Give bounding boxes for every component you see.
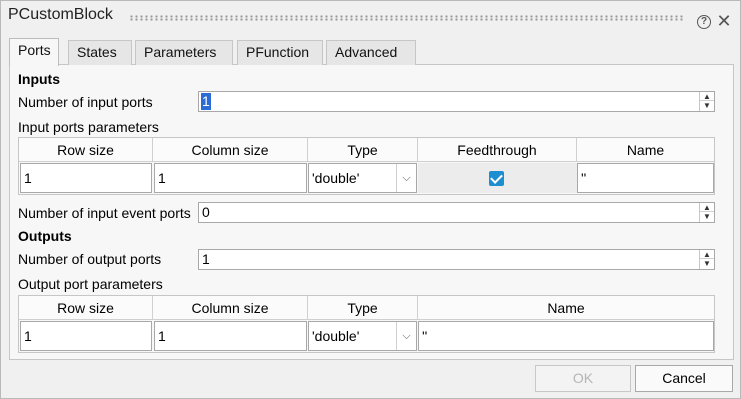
num-input-event-ports-label: Number of input event ports bbox=[18, 205, 191, 221]
column-header-type[interactable]: Type bbox=[308, 138, 418, 162]
tab-advanced[interactable]: Advanced bbox=[326, 40, 416, 65]
input-params-label: Input ports parameters bbox=[18, 119, 159, 135]
num-output-ports-label: Number of output ports bbox=[18, 251, 162, 267]
column-header-name[interactable]: Name bbox=[418, 296, 714, 320]
spin-up-icon[interactable]: ▲ bbox=[700, 203, 714, 212]
chevron-down-icon[interactable]: ⌵ bbox=[396, 164, 416, 192]
feedthrough-checkbox[interactable] bbox=[489, 171, 504, 186]
input-params-table: Row size Column size Type Feedthrough Na… bbox=[18, 137, 715, 195]
chevron-down-icon[interactable]: ⌵ bbox=[396, 322, 416, 350]
tab-states[interactable]: States bbox=[68, 40, 132, 65]
cancel-button-label: Cancel bbox=[662, 370, 706, 386]
input-feedthrough-cell[interactable] bbox=[418, 163, 577, 193]
spin-arrows[interactable]: ▲ ▼ bbox=[699, 250, 714, 269]
spin-up-icon[interactable]: ▲ bbox=[700, 92, 714, 101]
tab-label: PFunction bbox=[246, 44, 310, 60]
column-header-row-size[interactable]: Row size bbox=[19, 138, 153, 162]
inputs-heading: Inputs bbox=[18, 71, 60, 87]
help-icon[interactable]: ? bbox=[697, 15, 711, 29]
tab-pfunction[interactable]: PFunction bbox=[237, 40, 323, 65]
num-input-ports-spinbox[interactable]: 1 ▲ ▼ bbox=[198, 91, 715, 112]
num-input-ports-value[interactable]: 1 bbox=[201, 93, 211, 110]
spin-up-icon[interactable]: ▲ bbox=[700, 250, 714, 259]
spin-arrows[interactable]: ▲ ▼ bbox=[699, 92, 714, 111]
outputs-heading: Outputs bbox=[18, 228, 72, 244]
column-header-column-size[interactable]: Column size bbox=[153, 138, 308, 162]
input-row-size-cell[interactable]: 1 bbox=[20, 163, 152, 193]
title-bar[interactable]: PCustomBlock ? ✕ bbox=[1, 1, 740, 31]
column-header-feedthrough[interactable]: Feedthrough bbox=[418, 138, 577, 162]
output-params-label: Output port parameters bbox=[18, 276, 163, 292]
column-header-row-size[interactable]: Row size bbox=[19, 296, 153, 320]
tab-label: States bbox=[77, 44, 117, 60]
tab-content-ports: Inputs Number of input ports 1 ▲ ▼ Input… bbox=[9, 64, 734, 360]
num-input-ports-label: Number of input ports bbox=[18, 94, 153, 110]
close-icon[interactable]: ✕ bbox=[716, 12, 732, 30]
dialog-window: PCustomBlock ? ✕ Inputs Number of input … bbox=[0, 0, 741, 399]
ok-button[interactable]: OK bbox=[535, 365, 631, 392]
num-input-event-ports-value[interactable]: 0 bbox=[201, 204, 211, 221]
output-type-value: 'double' bbox=[312, 328, 360, 344]
spin-down-icon[interactable]: ▼ bbox=[700, 212, 714, 221]
num-output-ports-value[interactable]: 1 bbox=[201, 251, 211, 268]
column-header-column-size[interactable]: Column size bbox=[153, 296, 308, 320]
output-name-cell[interactable]: '' bbox=[418, 321, 714, 351]
tab-label: Advanced bbox=[335, 44, 398, 60]
tab-parameters[interactable]: Parameters bbox=[135, 40, 233, 65]
spin-arrows[interactable]: ▲ ▼ bbox=[699, 203, 714, 222]
tab-label: Ports bbox=[18, 42, 51, 58]
input-type-value: 'double' bbox=[312, 170, 360, 186]
spin-down-icon[interactable]: ▼ bbox=[700, 101, 714, 110]
output-params-table: Row size Column size Type Name 1 1 'doub… bbox=[18, 295, 715, 353]
tab-ports[interactable]: Ports bbox=[9, 38, 59, 66]
output-column-size-cell[interactable]: 1 bbox=[154, 321, 307, 351]
input-name-cell[interactable]: '' bbox=[577, 163, 714, 193]
drag-grip[interactable] bbox=[129, 15, 684, 21]
window-title: PCustomBlock bbox=[8, 6, 113, 23]
output-row-size-cell[interactable]: 1 bbox=[20, 321, 152, 351]
cancel-button[interactable]: Cancel bbox=[635, 365, 733, 392]
ok-button-label: OK bbox=[572, 370, 594, 386]
input-column-size-cell[interactable]: 1 bbox=[154, 163, 307, 193]
column-header-name[interactable]: Name bbox=[577, 138, 714, 162]
input-type-combo[interactable]: 'double' ⌵ bbox=[308, 163, 417, 193]
output-type-combo[interactable]: 'double' ⌵ bbox=[308, 321, 417, 351]
column-header-type[interactable]: Type bbox=[308, 296, 418, 320]
num-input-event-ports-spinbox[interactable]: 0 ▲ ▼ bbox=[198, 202, 715, 223]
num-output-ports-spinbox[interactable]: 1 ▲ ▼ bbox=[198, 249, 715, 270]
spin-down-icon[interactable]: ▼ bbox=[700, 259, 714, 268]
tab-label: Parameters bbox=[144, 44, 217, 60]
